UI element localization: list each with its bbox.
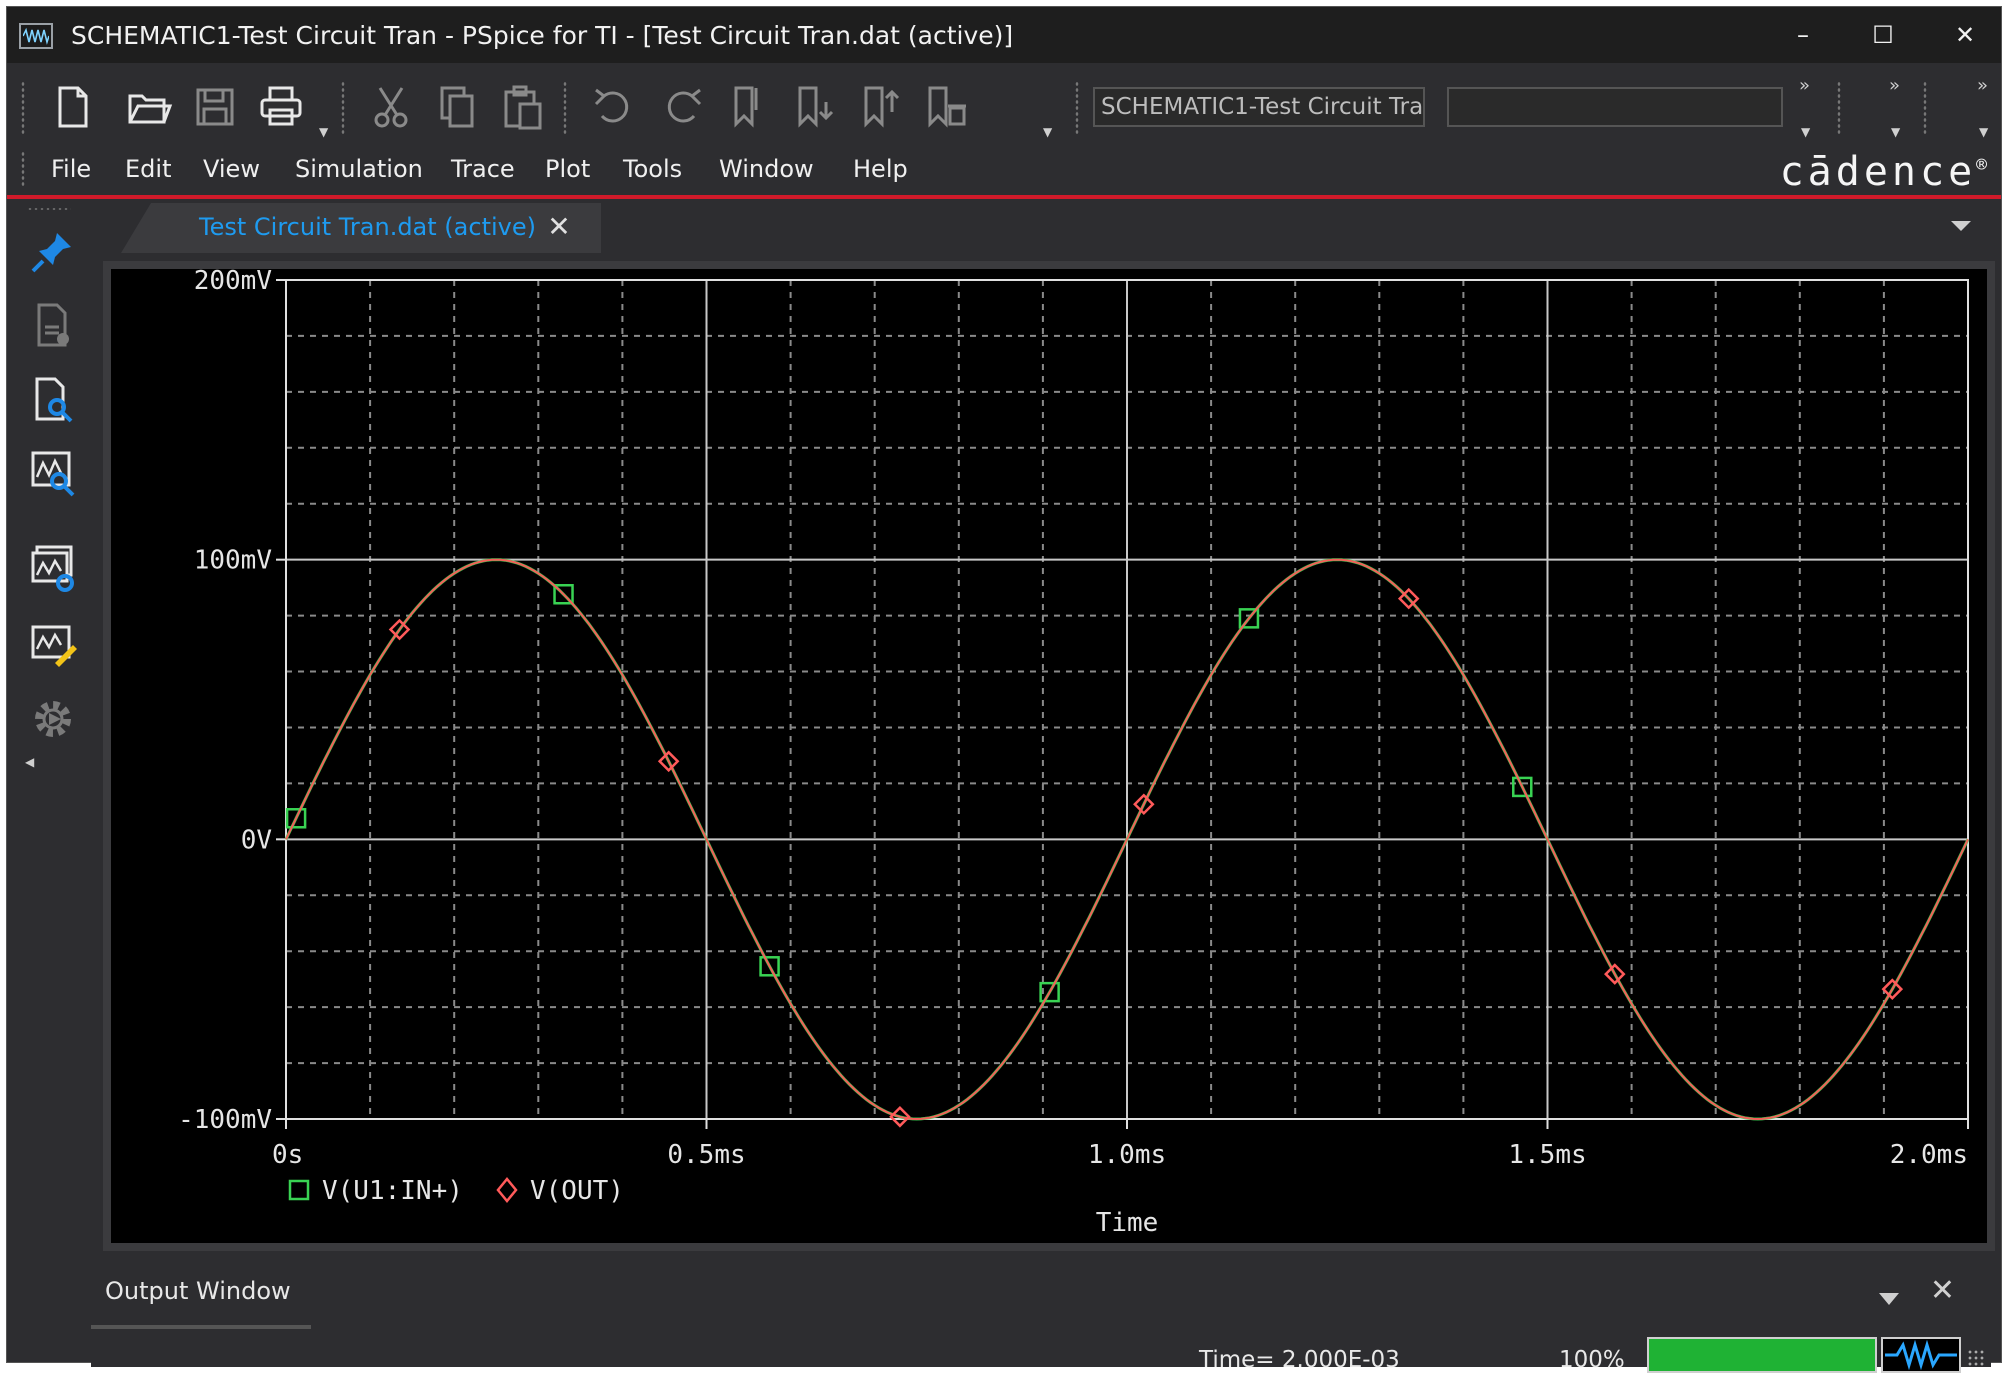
output-close-icon[interactable]: ✕ xyxy=(1930,1273,1955,1308)
menu-help[interactable]: Help xyxy=(853,155,908,183)
toolbar-overflow-icon[interactable]: » xyxy=(1799,75,1810,96)
undo-icon[interactable] xyxy=(587,79,643,135)
pspice-app-icon xyxy=(19,23,53,49)
print-dropdown-icon[interactable]: ▼ xyxy=(319,125,328,139)
y-tick-label: -100mV xyxy=(178,1105,272,1135)
profile-combo[interactable]: SCHEMATIC1-Test Circuit Tra xyxy=(1093,87,1425,127)
waveform-status-icon xyxy=(1881,1337,1961,1373)
tab-test-circuit-tran[interactable]: Test Circuit Tran.dat (active) ✕ xyxy=(121,203,601,253)
output-tab-underline xyxy=(91,1325,311,1329)
legend-label[interactable]: V(U1:IN+) xyxy=(322,1176,463,1206)
bookmark-next-icon[interactable] xyxy=(785,79,841,135)
open-icon[interactable] xyxy=(121,79,177,135)
left-toolbar-expand-icon[interactable]: ◀ xyxy=(25,755,34,769)
x-axis-label: Time xyxy=(1096,1208,1159,1238)
pin-icon[interactable] xyxy=(25,223,81,279)
status-time: Time= 2.000E-03 xyxy=(1199,1347,1400,1373)
toolbar-grip[interactable] xyxy=(1075,81,1079,135)
toolbar-grip[interactable] xyxy=(1923,81,1927,135)
x-tick-label: 1.0ms xyxy=(1088,1140,1166,1170)
menu-tools[interactable]: Tools xyxy=(623,155,682,183)
print-icon[interactable] xyxy=(253,79,309,135)
menu-trace[interactable]: Trace xyxy=(451,155,515,183)
resize-grip[interactable] xyxy=(1967,1349,1985,1367)
y-tick-label: 0V xyxy=(241,825,272,855)
toolbar-overflow-dropdown-icon[interactable]: ▼ xyxy=(1979,125,1988,139)
app-window: SCHEMATIC1-Test Circuit Tran - PSpice fo… xyxy=(6,6,2002,1373)
y-tick-label: 100mV xyxy=(194,546,272,576)
tab-close-icon[interactable]: ✕ xyxy=(541,209,577,245)
waveform-settings-icon[interactable] xyxy=(25,541,81,597)
cadence-logo: cādence® xyxy=(1780,149,1987,195)
x-tick-label: 2.0ms xyxy=(1890,1140,1968,1170)
status-percent: 100% xyxy=(1559,1347,1625,1373)
output-window-panel: Output Window ✕ xyxy=(91,1263,1991,1333)
menu-window[interactable]: Window xyxy=(719,155,814,183)
output-dropdown-icon[interactable] xyxy=(1879,1293,1899,1305)
plot-legend: V(U1:IN+) V(OUT) xyxy=(288,1176,624,1206)
tab-label: Test Circuit Tran.dat (active) xyxy=(199,213,536,241)
toolbar-grip[interactable] xyxy=(563,81,567,135)
search-combo[interactable] xyxy=(1447,87,1783,127)
x-tick-label: 0s xyxy=(272,1140,303,1170)
document-icon[interactable] xyxy=(25,297,81,353)
bookmark-clear-icon[interactable] xyxy=(917,79,973,135)
menubar-grip[interactable] xyxy=(21,151,25,187)
left-toolbar: ◀ xyxy=(19,207,85,1357)
menu-file[interactable]: File xyxy=(51,155,91,183)
bookmark-prev-icon[interactable] xyxy=(851,79,907,135)
menu-plot[interactable]: Plot xyxy=(545,155,590,183)
bookmark-dropdown-icon[interactable]: ▼ xyxy=(1043,125,1052,139)
redo-icon[interactable] xyxy=(653,79,709,135)
document-search-icon[interactable] xyxy=(25,371,81,427)
bookmark-icon[interactable] xyxy=(719,79,775,135)
cut-icon[interactable] xyxy=(363,79,419,135)
progress-fill xyxy=(1649,1339,1875,1371)
copy-icon[interactable] xyxy=(429,79,485,135)
waveform-search-icon[interactable] xyxy=(25,445,81,501)
x-tick-label: 1.5ms xyxy=(1508,1140,1586,1170)
menu-bar: File Edit View Simulation Trace Plot Too… xyxy=(7,147,2001,199)
toolbar-overflow-icon[interactable]: » xyxy=(1889,75,1900,96)
save-icon[interactable] xyxy=(187,79,243,135)
output-window-title[interactable]: Output Window xyxy=(105,1277,291,1305)
legend-label[interactable]: V(OUT) xyxy=(530,1176,624,1206)
x-tick-label: 0.5ms xyxy=(667,1140,745,1170)
toolbar-grip[interactable] xyxy=(341,81,345,135)
toolbar-grip[interactable] xyxy=(21,81,25,135)
brand-wordmark: cādence xyxy=(1779,149,1977,195)
minimize-button[interactable]: – xyxy=(1763,13,1843,57)
main-toolbar: ▼ ▼ SCHEMATIC1-Test Circuit Tra » ▼ » ▼ … xyxy=(7,63,2001,147)
left-toolbar-grip[interactable] xyxy=(27,207,71,211)
document-tab-strip: Test Circuit Tran.dat (active) ✕ xyxy=(91,203,1991,253)
probe-plot[interactable]: 200mV 100mV 0V -100mV0s 0.5ms 1.0ms 1.5ms 2.0ms… xyxy=(111,269,1987,1243)
close-button[interactable]: ✕ xyxy=(1925,13,2005,57)
y-tick-label: 200mV xyxy=(194,269,272,296)
toolbar-overflow-dropdown-icon[interactable]: ▼ xyxy=(1891,125,1900,139)
settings-gear-icon[interactable] xyxy=(25,691,81,747)
brand-mark: ® xyxy=(1976,154,1987,176)
new-icon[interactable] xyxy=(45,79,101,135)
window-title: SCHEMATIC1-Test Circuit Tran - PSpice fo… xyxy=(71,21,1014,50)
menu-edit[interactable]: Edit xyxy=(125,155,171,183)
maximize-button[interactable]: ☐ xyxy=(1843,13,1923,57)
tab-list-dropdown-icon[interactable] xyxy=(1951,221,1971,231)
toolbar-overflow-dropdown-icon[interactable]: ▼ xyxy=(1801,125,1810,139)
title-bar: SCHEMATIC1-Test Circuit Tran - PSpice fo… xyxy=(7,7,2001,63)
paste-icon[interactable] xyxy=(495,79,551,135)
menu-simulation[interactable]: Simulation xyxy=(295,155,423,183)
toolbar-overflow-icon[interactable]: » xyxy=(1977,75,1988,96)
menu-view[interactable]: View xyxy=(203,155,260,183)
waveform-edit-icon[interactable] xyxy=(25,617,81,673)
status-bar: Time= 2.000E-03 100% xyxy=(91,1333,1991,1373)
simulation-progress-bar xyxy=(1647,1337,1877,1373)
toolbar-grip[interactable] xyxy=(1837,81,1841,135)
